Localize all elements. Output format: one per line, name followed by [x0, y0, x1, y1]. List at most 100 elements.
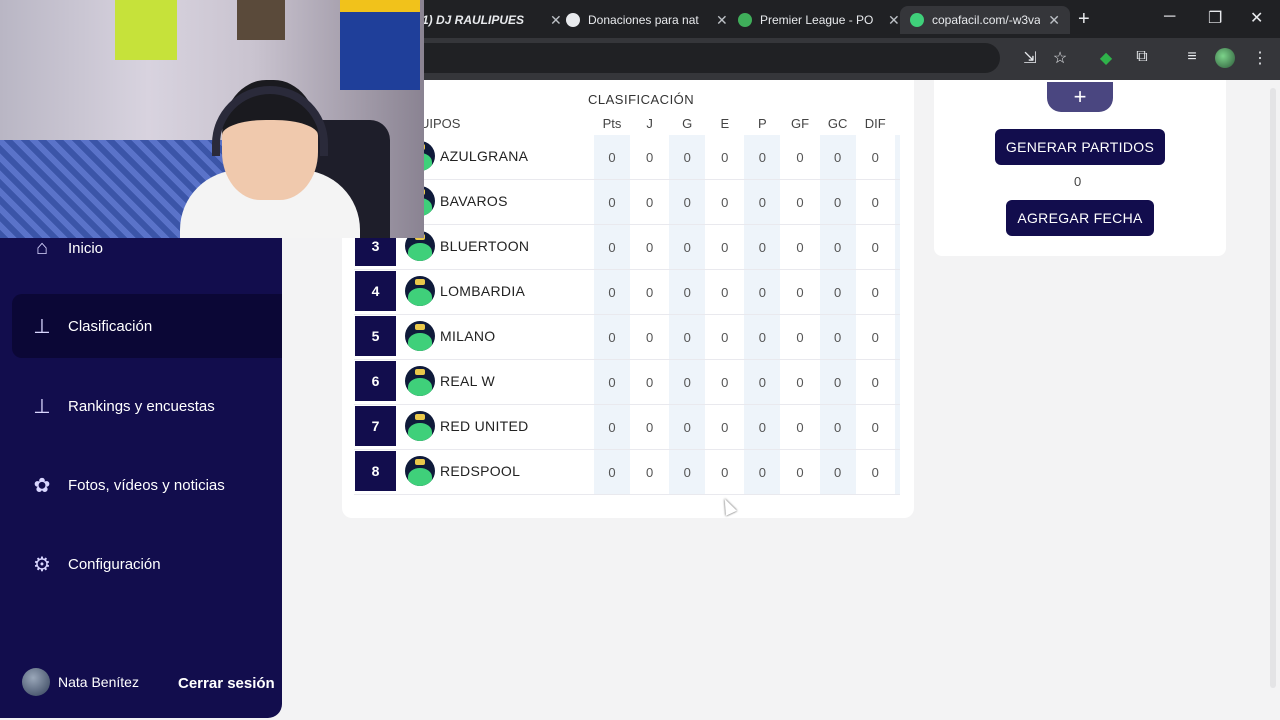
close-window-button[interactable]: ✕	[1250, 8, 1263, 28]
sidebar-item-label: Configuración	[68, 555, 161, 573]
stat-cell: 0	[721, 149, 729, 165]
menu-kebab-icon[interactable]: ⋮	[1250, 48, 1270, 68]
stat-cell: 0	[796, 464, 804, 480]
stat-cell: 0	[669, 315, 706, 359]
team-crest-icon	[405, 366, 435, 396]
team-name[interactable]: AZULGRANA	[440, 148, 528, 164]
team-name[interactable]: RED UNITED	[440, 418, 529, 434]
stat-cell: 0	[594, 315, 630, 359]
stat-cell: 0	[594, 180, 630, 224]
stat-cell: 0	[819, 450, 856, 494]
column-header[interactable]: GF	[782, 116, 818, 131]
install-app-icon[interactable]: ⇲	[1020, 48, 1040, 68]
stat-cell: 0	[594, 270, 630, 314]
column-header[interactable]: J	[632, 116, 668, 131]
jersey-decor	[115, 0, 177, 60]
team-name[interactable]: BAVAROS	[440, 193, 508, 209]
bookmark-star-icon[interactable]: ☆	[1050, 48, 1070, 68]
new-tab-button[interactable]: +	[1078, 8, 1090, 31]
tab-close-icon[interactable]: ✕	[888, 12, 900, 29]
team-name[interactable]: MILANO	[440, 328, 495, 344]
minimize-button[interactable]: ─	[1164, 8, 1175, 26]
stat-cell: 0	[721, 284, 729, 300]
poster-decor	[237, 0, 285, 40]
column-header[interactable]: 9	[895, 116, 900, 131]
position-badge: 6	[355, 361, 396, 401]
column-header[interactable]: E	[707, 116, 743, 131]
table-row[interactable]: 5MILANO000000000	[354, 315, 900, 360]
browser-tab-active[interactable]: copafacil.com/-w3va ✕	[900, 6, 1070, 34]
stat-cell: 0	[645, 194, 654, 210]
extension-shield-icon[interactable]: ◆	[1096, 48, 1116, 68]
table-row[interactable]: 6REAL W000000000	[354, 360, 900, 405]
extensions-puzzle-icon[interactable]: ⧉	[1132, 48, 1152, 66]
stat-cell: 0	[669, 180, 706, 224]
table-row[interactable]: AZULGRANA000000000	[354, 135, 900, 180]
generate-matches-button[interactable]: GENERAR PARTIDOS	[995, 129, 1165, 165]
stat-cell: 0	[819, 360, 856, 404]
table-row[interactable]: 7RED UNITED000000000	[354, 405, 900, 450]
browser-tab[interactable]: Premier League - PO ✕	[728, 6, 910, 34]
stat-cell: 0	[819, 315, 856, 359]
profile-avatar[interactable]	[1215, 48, 1235, 68]
stat-cell: 0	[594, 405, 630, 449]
add-date-button[interactable]: AGREGAR FECHA	[1006, 200, 1154, 236]
stat-cell: 0	[894, 405, 900, 449]
stat-cell: 0	[744, 270, 781, 314]
stat-cell: 0	[645, 464, 654, 480]
stat-cell: 0	[871, 149, 879, 165]
add-button[interactable]: +	[1047, 82, 1113, 112]
sidebar-item-rankings[interactable]: ⊥ Rankings y encuestas	[12, 374, 282, 438]
team-crest-icon	[405, 276, 435, 306]
team-name[interactable]: LOMBARDIA	[440, 283, 525, 299]
address-bar[interactable]	[400, 43, 1000, 73]
stat-cell: 0	[721, 374, 729, 390]
headset-decor	[212, 86, 328, 156]
tab-close-icon[interactable]: ✕	[716, 12, 728, 29]
table-row[interactable]: 4LOMBARDIA000000000	[354, 270, 900, 315]
browser-tab[interactable]: Donaciones para nat ✕	[556, 6, 738, 34]
fixtures-panel: + GENERAR PARTIDOS 0 AGREGAR FECHA	[934, 80, 1226, 256]
stat-cell: 0	[819, 270, 856, 314]
stat-cell: 0	[721, 194, 729, 210]
column-header[interactable]: DIF	[857, 116, 893, 131]
standings-table: CLASIFICACIÓN UIPOS PtsJGEPGFGCDIF9 AZUL…	[354, 80, 900, 500]
tab-close-icon[interactable]: ✕	[1048, 12, 1060, 29]
table-row[interactable]: BAVAROS000000000	[354, 180, 900, 225]
team-name[interactable]: REDSPOOL	[440, 463, 520, 479]
column-header[interactable]: GC	[820, 116, 856, 131]
sidebar-item-configuracion[interactable]: ⚙ Configuración	[12, 532, 282, 596]
stat-cell: 0	[645, 149, 654, 165]
stat-cell: 0	[796, 284, 804, 300]
column-header[interactable]: P	[744, 116, 780, 131]
user-profile[interactable]: Nata Benítez	[22, 668, 139, 696]
jersey-decor	[340, 0, 420, 90]
page-scrollbar[interactable]	[1270, 88, 1276, 688]
stat-cell: 0	[744, 135, 781, 179]
sidebar: ⌂ Inicio ⊥ Clasificación ⊥ Rankings y en…	[0, 237, 282, 718]
stat-cell: 0	[894, 270, 900, 314]
stat-cell: 0	[796, 194, 804, 210]
column-header[interactable]: Pts	[594, 116, 630, 131]
team-crest-icon	[405, 321, 435, 351]
restore-button[interactable]: ❐	[1208, 8, 1222, 28]
stat-cell: 0	[796, 149, 804, 165]
stat-cell: 0	[871, 284, 879, 300]
table-row[interactable]: 8REDSPOOL000000000	[354, 450, 900, 495]
column-header[interactable]: G	[669, 116, 705, 131]
team-name[interactable]: REAL W	[440, 373, 495, 389]
media-control-icon[interactable]: ≡	[1182, 48, 1202, 66]
logout-button[interactable]: Cerrar sesión	[178, 675, 275, 692]
team-name[interactable]: BLUERTOON	[440, 238, 529, 254]
browser-tab[interactable]: 1) DJ RAULIPUES ✕	[412, 6, 572, 34]
sidebar-item-media[interactable]: ✿ Fotos, vídeos y noticias	[12, 453, 282, 517]
stat-cell: 0	[645, 419, 654, 435]
sidebar-item-clasificacion[interactable]: ⊥ Clasificación	[12, 294, 282, 358]
sidebar-item-label: Inicio	[68, 239, 104, 257]
standings-title: CLASIFICACIÓN	[588, 92, 695, 107]
media-icon: ✿	[33, 474, 51, 497]
position-badge: 4	[355, 271, 396, 311]
stat-cell: 0	[871, 374, 879, 390]
position-badge: 7	[355, 406, 396, 446]
table-row[interactable]: 3BLUERTOON000000000	[354, 225, 900, 270]
